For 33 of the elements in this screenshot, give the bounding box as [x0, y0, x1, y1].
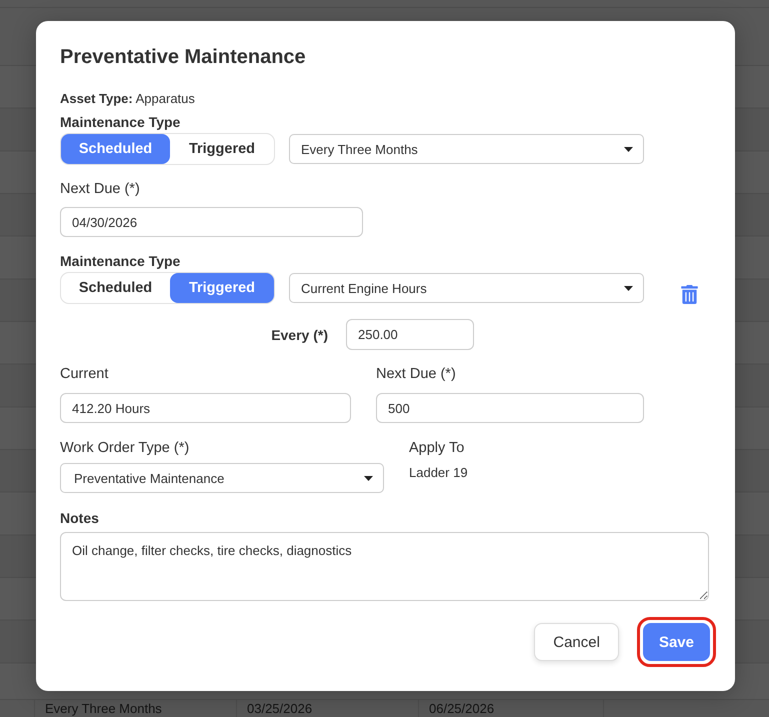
dropdown[interactable]: Every Three Months [289, 134, 644, 164]
segment-tab[interactable]: Scheduled [61, 134, 170, 164]
cancel-button[interactable]: Cancel [534, 623, 619, 661]
table-cell: 03/25/2026 [237, 700, 419, 717]
field-label: Next Due (*) [60, 180, 140, 198]
field-label: Work Order Type (*) [60, 439, 190, 457]
field-label: Notes [60, 509, 99, 527]
segment-tab[interactable]: Triggered [170, 134, 274, 164]
segment-tab[interactable]: Scheduled [61, 273, 170, 303]
caret-icon [624, 146, 633, 152]
apply-to-value: Ladder 19 [409, 464, 468, 482]
field-label: Maintenance Type [60, 113, 180, 131]
notes-field[interactable]: Oil change, filter checks, tire checks, diagnostics [60, 532, 709, 601]
table-cell: 06/25/2026 [419, 700, 604, 717]
input-field[interactable]: 500 [376, 393, 644, 423]
date-field[interactable]: 04/30/2026 [60, 207, 363, 237]
field-label: Maintenance Type [60, 252, 180, 270]
table-cell: Every Three Months [35, 700, 237, 717]
caret-icon [364, 476, 373, 480]
dropdown[interactable]: Current Engine Hours [289, 273, 644, 303]
save-button[interactable]: Save [642, 623, 710, 661]
field-label: Every (*) [271, 326, 328, 344]
dialog-title: Preventative Maintenance [60, 45, 306, 69]
dropdown[interactable]: Preventative Maintenance [60, 463, 384, 493]
trash-icon[interactable] [680, 284, 699, 304]
field-label: Apply To [409, 439, 464, 457]
segment-tab[interactable]: Triggered [170, 273, 274, 303]
input-field[interactable]: 250.00 [346, 319, 474, 350]
caret-icon [624, 286, 633, 290]
field-label: Current [60, 365, 108, 383]
asset-type-text: Asset Type: Apparatus [60, 90, 195, 108]
field-label: Next Due (*) [376, 365, 456, 383]
input-field[interactable]: 412.20 Hours [60, 393, 351, 423]
